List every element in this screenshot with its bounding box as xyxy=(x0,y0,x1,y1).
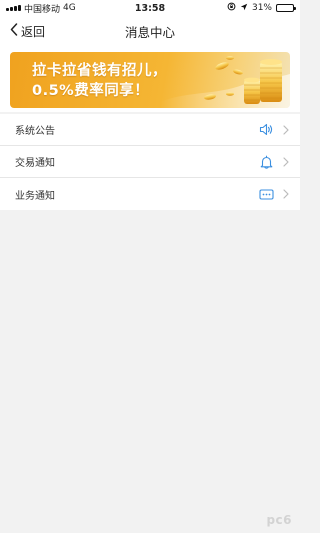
speaker-icon xyxy=(258,122,274,138)
list-item-label: 业务通知 xyxy=(15,190,55,202)
banner-container: 拉卡拉省钱有招儿， 0.5%费率同享！ xyxy=(0,46,300,112)
back-label: 返回 xyxy=(21,24,46,39)
banner-line-1: 拉卡拉省钱有招儿， xyxy=(32,63,167,79)
network-label: 4G xyxy=(63,3,76,13)
phone-screen: 中国移动 4G 13:58 31% 返回 消息中心 拉卡拉省钱有招儿， 0.5%… xyxy=(0,0,300,533)
watermark-logo: pc6 xyxy=(266,513,292,527)
list-item-business-notice[interactable]: 业务通知 xyxy=(0,178,300,210)
orientation-lock-icon xyxy=(227,2,236,14)
message-icon xyxy=(258,186,274,202)
list-item-transaction-notice[interactable]: 交易通知 xyxy=(0,146,300,178)
message-category-list: 系统公告 交易通知 业务通知 xyxy=(0,114,300,210)
chevron-right-icon xyxy=(282,189,290,199)
location-icon xyxy=(240,3,248,14)
chevron-right-icon xyxy=(282,124,290,135)
status-bar: 中国移动 4G 13:58 31% xyxy=(0,0,300,16)
status-left: 中国移动 4G xyxy=(6,2,76,15)
list-item-label: 系统公告 xyxy=(15,126,55,137)
signal-icon xyxy=(6,5,21,11)
chevron-left-icon xyxy=(10,23,18,39)
back-button[interactable]: 返回 xyxy=(10,16,45,46)
list-item-label: 交易通知 xyxy=(15,158,55,169)
page-title: 消息中心 xyxy=(124,24,175,40)
carrier-label: 中国移动 xyxy=(24,4,61,15)
battery-percent: 31% xyxy=(251,3,272,13)
chevron-right-icon xyxy=(282,156,290,167)
banner-line-2: 0.5%费率同享！ xyxy=(32,83,150,99)
battery-icon xyxy=(276,4,296,12)
list-item-system-announcement[interactable]: 系统公告 xyxy=(0,114,300,146)
promo-banner[interactable]: 拉卡拉省钱有招儿， 0.5%费率同享！ xyxy=(10,52,290,108)
nav-bar: 返回 消息中心 xyxy=(0,16,300,46)
coins-illustration xyxy=(160,56,290,108)
bell-icon xyxy=(258,154,274,170)
banner-text: 拉卡拉省钱有招儿， 0.5%费率同享！ xyxy=(32,61,167,101)
status-right: 31% xyxy=(227,2,296,14)
